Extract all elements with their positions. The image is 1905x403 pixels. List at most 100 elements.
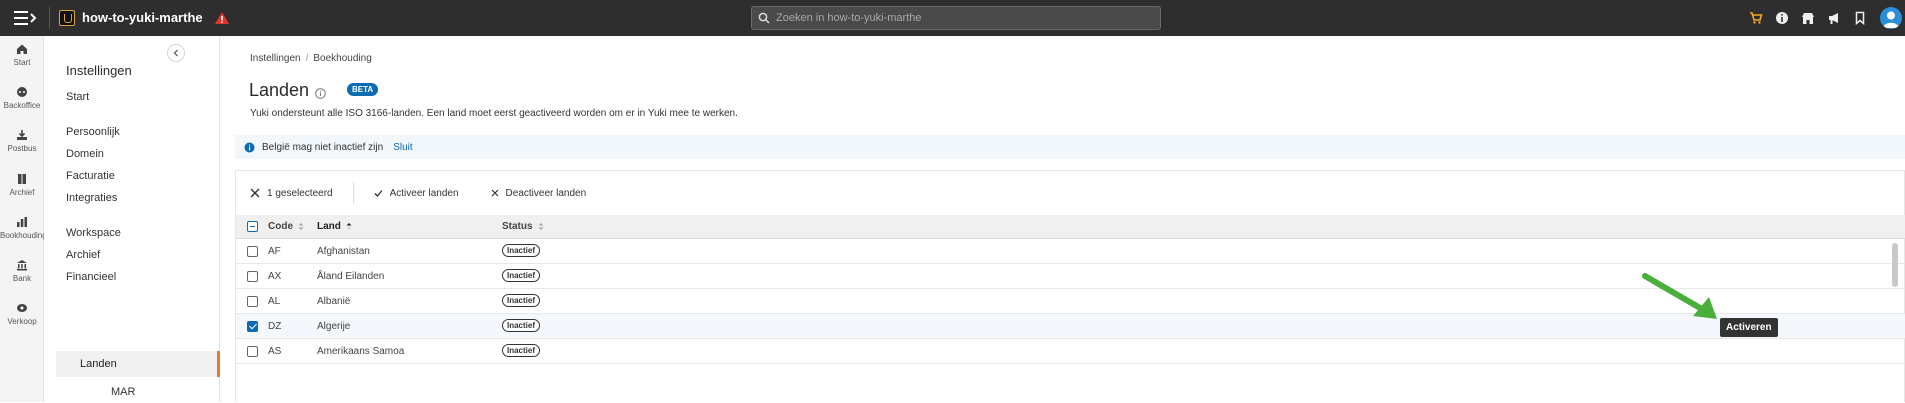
column-code[interactable]: Code: [268, 221, 304, 232]
panel-item-domein[interactable]: Domein: [66, 148, 104, 160]
annotation-arrow-icon: [1642, 273, 1717, 319]
global-search[interactable]: [751, 6, 1161, 30]
info-icon[interactable]: [1769, 0, 1795, 36]
cell-land: Afghanistan: [317, 246, 370, 257]
cell-code: DZ: [268, 321, 282, 332]
sort-icon: [538, 223, 544, 230]
alert-close-link[interactable]: Sluit: [393, 142, 412, 153]
panel-item-label: Landen: [80, 358, 117, 370]
main-content: Instellingen / Boekhouding Landen BETA Yuk…: [221, 36, 1905, 402]
breadcrumb: Instellingen / Boekhouding: [250, 53, 372, 64]
panel-item-facturatie[interactable]: Facturatie: [66, 170, 115, 182]
module-rail: Start Backoffice Postbus Archief Bookhou…: [0, 36, 47, 402]
actions-divider: [352, 182, 354, 204]
panel-item-persoonlijk[interactable]: Persoonlijk: [66, 126, 120, 138]
status-badge: Inactief: [502, 344, 541, 357]
column-code-label: Code: [268, 221, 293, 232]
close-icon: [250, 188, 260, 198]
activate-row-button[interactable]: Activeren: [1720, 318, 1778, 337]
bar-chart-icon: [17, 217, 27, 227]
search-input[interactable]: [776, 12, 1146, 24]
select-all-checkbox[interactable]: [247, 221, 258, 232]
row-checkbox[interactable]: [247, 321, 258, 332]
rail-label: Verkoop: [7, 317, 37, 326]
scrollbar-thumb[interactable]: [1892, 243, 1898, 287]
rail-item-start[interactable]: Start: [0, 43, 44, 67]
activate-label: Activeer landen: [389, 187, 459, 199]
status-badge: Inactief: [502, 269, 541, 282]
info-icon: [244, 142, 255, 152]
beta-badge: BETA: [347, 83, 379, 96]
panel-item-archief[interactable]: Archief: [66, 249, 100, 261]
bookmark-icon[interactable]: [1847, 0, 1873, 36]
table-row[interactable]: AS Amerikaans Samoa Inactief: [236, 339, 1905, 364]
cell-code: AF: [268, 246, 281, 257]
rail-label: Bank: [12, 274, 32, 283]
row-checkbox[interactable]: [247, 271, 258, 282]
breadcrumb-boekhouding[interactable]: Boekhouding: [313, 53, 371, 64]
warning-icon[interactable]: [214, 10, 230, 26]
row-checkbox[interactable]: [247, 246, 258, 257]
rail-label: Bookhouding: [0, 231, 47, 240]
rail-item-backoffice[interactable]: Backoffice: [0, 86, 44, 110]
archive-icon: [18, 174, 26, 184]
home-icon: [17, 44, 27, 54]
collapse-panel-button[interactable]: [167, 44, 185, 62]
cell-code: AX: [268, 271, 282, 282]
activate-countries-button[interactable]: Activeer landen: [374, 171, 459, 215]
inbox-icon: [17, 130, 27, 140]
panel-item-mar[interactable]: MAR: [111, 386, 135, 398]
panel-item-integraties[interactable]: Integraties: [66, 192, 117, 204]
status-badge: Inactief: [502, 319, 541, 332]
rail-label: Archief: [9, 188, 35, 197]
rail-label: Postbus: [7, 144, 37, 153]
table-header: Code Land Status: [236, 215, 1905, 239]
alert-text: België mag niet inactief zijn: [262, 141, 384, 153]
topbar-divider: [49, 7, 50, 29]
domain-logo-icon: [59, 10, 75, 26]
table-scrollbar[interactable]: [1890, 239, 1900, 403]
cell-land: Åland Eilanden: [317, 271, 385, 282]
panel-item-landen[interactable]: Landen: [56, 351, 220, 377]
row-checkbox[interactable]: [247, 346, 258, 357]
rail-item-postbus[interactable]: Postbus: [0, 129, 44, 153]
cart-icon[interactable]: [1743, 0, 1769, 36]
breadcrumb-separator: /: [305, 53, 309, 64]
panel-item-workspace[interactable]: Workspace: [66, 227, 121, 239]
breadcrumb-instellingen[interactable]: Instellingen: [250, 53, 301, 64]
sales-icon: [17, 304, 27, 312]
chevron-left-icon: [173, 49, 178, 57]
avatar[interactable]: [1880, 7, 1902, 29]
rail-label: Start: [13, 58, 31, 67]
deactivate-countries-button[interactable]: Deactiveer landen: [491, 171, 586, 215]
column-status-label: Status: [502, 221, 533, 232]
rail-item-archief[interactable]: Archief: [0, 173, 44, 197]
close-icon: [491, 189, 498, 197]
check-icon: [374, 189, 383, 197]
column-land[interactable]: Land: [317, 221, 352, 232]
page-description: Yuki ondersteunt alle ISO 3166-landen. E…: [250, 108, 738, 119]
clear-selection-button[interactable]: 1 geselecteerd: [250, 171, 333, 215]
row-checkbox[interactable]: [247, 296, 258, 307]
cell-land: Albanië: [317, 296, 351, 307]
column-land-label: Land: [317, 221, 341, 232]
menu-icon[interactable]: [14, 9, 38, 27]
status-badge: Inactief: [502, 294, 541, 307]
panel-title: Instellingen: [66, 63, 132, 78]
rail-item-bank[interactable]: Bank: [0, 259, 44, 283]
info-circle-icon[interactable]: [315, 86, 326, 104]
rail-item-boekhouding[interactable]: Bookhouding: [0, 216, 47, 240]
megaphone-icon[interactable]: [1821, 0, 1847, 36]
store-icon[interactable]: [1795, 0, 1821, 36]
bank-icon: [17, 260, 27, 271]
cell-code: AL: [268, 296, 281, 307]
column-status[interactable]: Status: [502, 221, 544, 232]
panel-item-start[interactable]: Start: [66, 91, 89, 103]
domain-name[interactable]: how-to-yuki-marthe: [82, 10, 203, 25]
panel-item-financieel[interactable]: Financieel: [66, 271, 116, 283]
rail-item-verkoop[interactable]: Verkoop: [0, 302, 44, 326]
page-title: Landen: [249, 80, 310, 100]
table-row[interactable]: AF Afghanistan Inactief: [236, 239, 1905, 264]
cell-land: Amerikaans Samoa: [317, 346, 405, 357]
status-badge: Inactief: [502, 244, 541, 257]
